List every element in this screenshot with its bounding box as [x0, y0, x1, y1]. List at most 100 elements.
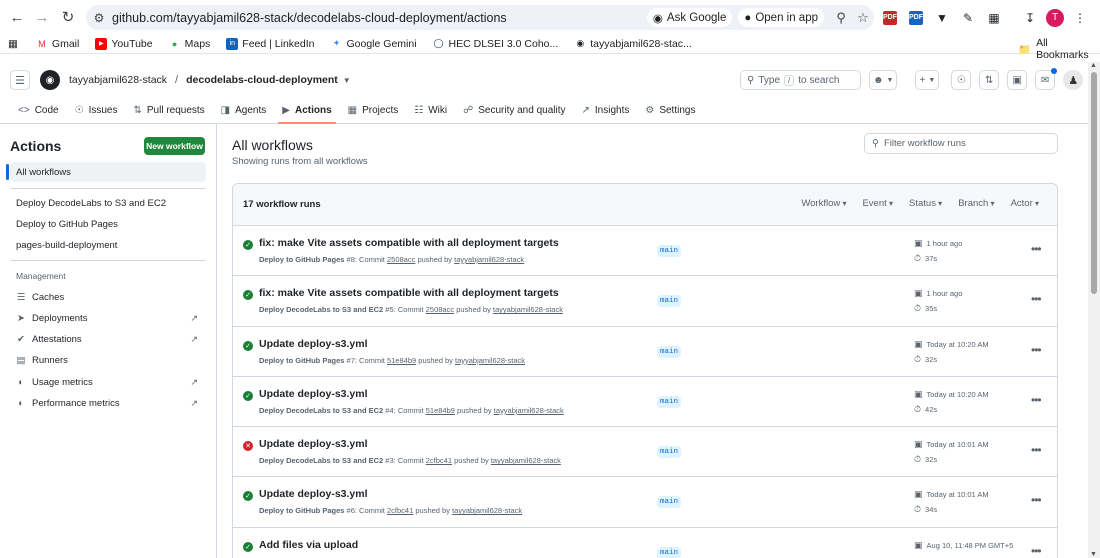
github-logo-icon[interactable]: ◉ — [40, 70, 60, 90]
download-icon[interactable]: ↧ — [1020, 8, 1040, 28]
kebab-menu-icon[interactable]: ••• — [1031, 242, 1042, 256]
sidebar-item-deploy-gh-pages[interactable]: Deploy to GitHub Pages — [10, 214, 206, 234]
sidebar-item-performance-metrics[interactable]: ◐ Performance metrics ↗ — [10, 393, 206, 413]
branch-badge[interactable]: main — [657, 496, 682, 509]
apps-grid-icon[interactable]: ▦ — [8, 38, 18, 50]
tab-agents[interactable]: ◨ Agents — [213, 98, 275, 122]
menu-icon[interactable]: ☰ — [10, 70, 30, 90]
scroll-down-icon[interactable]: ▼ — [1090, 551, 1097, 558]
repositories-icon[interactable]: ▣ — [1007, 70, 1028, 90]
ask-google-chip[interactable]: ◉ Ask Google — [646, 8, 733, 27]
kebab-menu-icon[interactable]: ••• — [1031, 544, 1042, 558]
notifications-icon[interactable]: ✉ — [1035, 68, 1058, 90]
profile-avatar[interactable]: T — [1046, 8, 1064, 27]
issues-icon[interactable]: ☉ — [951, 70, 972, 90]
commit-link[interactable]: 2508acc — [426, 305, 454, 314]
filter-workflow-dropdown[interactable]: Workflow — [801, 198, 846, 209]
pusher-link[interactable]: tayyabjamil628-stack — [494, 406, 564, 415]
kebab-menu-icon[interactable]: ••• — [1031, 393, 1042, 407]
kebab-menu-icon[interactable]: ••• — [1031, 443, 1042, 457]
bookmark-hec[interactable]: ◯ HEC DLSEI 3.0 Coho... — [433, 38, 559, 50]
pusher-link[interactable]: tayyabjamil628-stack — [455, 356, 525, 365]
bookmark-gmail[interactable]: M Gmail — [36, 38, 79, 50]
eyedropper-extension-icon[interactable]: ✎ — [958, 8, 978, 28]
commit-link[interactable]: 51e84b9 — [387, 356, 416, 365]
url-text[interactable]: github.com/tayyabjamil628-stack/decodela… — [112, 11, 647, 25]
kebab-menu-icon[interactable]: ••• — [1031, 343, 1042, 357]
commit-link[interactable]: 2cfbc41 — [387, 506, 413, 515]
branch-badge[interactable]: main — [657, 245, 682, 257]
branch-badge[interactable]: main — [657, 446, 682, 459]
pusher-link[interactable]: tayyabjamil628-stack — [452, 506, 522, 515]
table-row[interactable]: ✓ Update deploy-s3.yml Deploy DecodeLabs t… — [233, 377, 1057, 428]
branch-badge[interactable]: main — [657, 295, 682, 308]
vpn-extension-icon[interactable]: ▼ — [932, 8, 952, 28]
tab-pull-requests[interactable]: ⇅ Pull requests — [125, 98, 212, 122]
filter-runs-input[interactable]: ⚲ Filter workflow runs — [864, 133, 1058, 154]
forward-icon[interactable]: → — [29, 4, 55, 30]
pdf-editor-extension-icon[interactable]: PDF — [909, 10, 923, 25]
zoom-icon[interactable]: ⚲ — [830, 10, 852, 26]
table-row[interactable]: ✓ Update deploy-s3.yml Deploy to GitHub Pa… — [233, 327, 1057, 377]
back-icon[interactable]: ← — [4, 4, 30, 30]
branch-badge[interactable]: main — [657, 345, 682, 358]
tab-security[interactable]: ☍ Security and quality — [455, 98, 573, 122]
branch-badge[interactable]: main — [657, 546, 682, 558]
run-title-link[interactable]: Update deploy-s3.yml — [259, 338, 368, 350]
all-bookmarks[interactable]: 📁 All Bookmarks — [1018, 37, 1100, 61]
kebab-menu-icon[interactable]: ••• — [1031, 292, 1042, 306]
create-new-button[interactable]: + ▼ — [915, 70, 940, 90]
bookmark-linkedin[interactable]: in Feed | LinkedIn — [226, 37, 315, 50]
commit-link[interactable]: 51e84b9 — [426, 406, 455, 415]
search-input[interactable]: ⚲ Type / to search — [740, 70, 861, 90]
page-scrollbar[interactable]: ▲ ▼ — [1088, 62, 1100, 558]
sidebar-item-runners[interactable]: ▤ Runners — [10, 350, 206, 370]
sidebar-item-attestations[interactable]: ✔ Attestations ↗ — [10, 329, 206, 349]
filter-status-dropdown[interactable]: Status — [909, 198, 942, 209]
sidebar-item-caches[interactable]: ☰ Caches — [10, 287, 206, 307]
open-in-app-chip[interactable]: ● Open in app — [738, 8, 824, 27]
tab-code[interactable]: <> Code — [10, 98, 67, 122]
sidebar-item-pages-build[interactable]: pages-build-deployment — [10, 235, 206, 255]
run-title-link[interactable]: Update deploy-s3.yml — [259, 438, 368, 450]
chrome-menu-icon[interactable]: ⋮ — [1070, 8, 1090, 28]
copilot-button[interactable]: ☻ ▼ — [869, 70, 898, 90]
table-row[interactable]: ✓ fix: make Vite assets compatible with a… — [233, 276, 1057, 327]
pusher-link[interactable]: tayyabjamil628-stack — [491, 456, 561, 465]
sidebar-item-deployments[interactable]: ➤ Deployments ↗ — [10, 308, 206, 328]
sidebar-item-all-workflows[interactable]: All workflows — [6, 162, 206, 182]
pull-requests-icon[interactable]: ⇅ — [979, 70, 1000, 90]
table-row[interactable]: ✓ Update deploy-s3.yml Deploy to GitHub Pa… — [233, 477, 1057, 528]
filter-event-dropdown[interactable]: Event — [862, 198, 893, 209]
table-row[interactable]: ✓ Add files via upload main ▣ Aug 10, 11:48 … — [233, 528, 1057, 558]
address-bar[interactable]: ⚙ github.com/tayyabjamil628-stack/decode… — [86, 5, 874, 30]
tab-insights[interactable]: ↗ Insights — [574, 98, 638, 122]
scrollbar-thumb[interactable] — [1091, 72, 1097, 294]
tab-settings[interactable]: ⚙ Settings — [637, 98, 703, 122]
tab-actions[interactable]: ▶ Actions — [274, 98, 339, 124]
new-workflow-button[interactable]: New workflow — [144, 137, 205, 155]
filter-actor-dropdown[interactable]: Actor — [1011, 198, 1039, 209]
repo-name-link[interactable]: decodelabs-cloud-deployment — [186, 74, 338, 86]
branch-badge[interactable]: main — [657, 395, 682, 408]
user-avatar[interactable]: ♟ — [1063, 70, 1084, 90]
filter-branch-dropdown[interactable]: Branch — [958, 198, 994, 209]
tab-issues[interactable]: ☉ Issues — [67, 98, 126, 122]
bookmark-youtube[interactable]: ▶ YouTube — [95, 37, 153, 50]
table-row[interactable]: ✕ Update deploy-s3.yml Deploy DecodeLabs t… — [233, 427, 1057, 478]
sidebar-item-deploy-s3-ec2[interactable]: Deploy DecodeLabs to S3 and EC2 — [10, 193, 206, 213]
run-title-link[interactable]: Update deploy-s3.yml — [259, 388, 368, 400]
extensions-puzzle-icon[interactable]: ▦ — [984, 8, 1004, 28]
sidebar-item-usage-metrics[interactable]: ◐ Usage metrics ↗ — [10, 372, 206, 392]
repo-owner-link[interactable]: tayyabjamil628-stack — [69, 74, 167, 86]
bookmark-gemini[interactable]: ✦ Google Gemini — [331, 38, 417, 50]
pusher-link[interactable]: tayyabjamil628-stack — [454, 255, 524, 264]
run-title-link[interactable]: Update deploy-s3.yml — [259, 488, 368, 500]
reload-icon[interactable]: ↻ — [55, 4, 81, 30]
bookmark-star-icon[interactable]: ☆ — [852, 10, 874, 26]
tab-projects[interactable]: ▦ Projects — [340, 98, 407, 122]
run-title-link[interactable]: fix: make Vite assets compatible with al… — [259, 287, 559, 299]
repo-dropdown-icon[interactable]: ▼ — [343, 76, 351, 85]
bookmark-maps[interactable]: ● Maps — [169, 38, 210, 50]
commit-link[interactable]: 2cfbc41 — [426, 456, 452, 465]
